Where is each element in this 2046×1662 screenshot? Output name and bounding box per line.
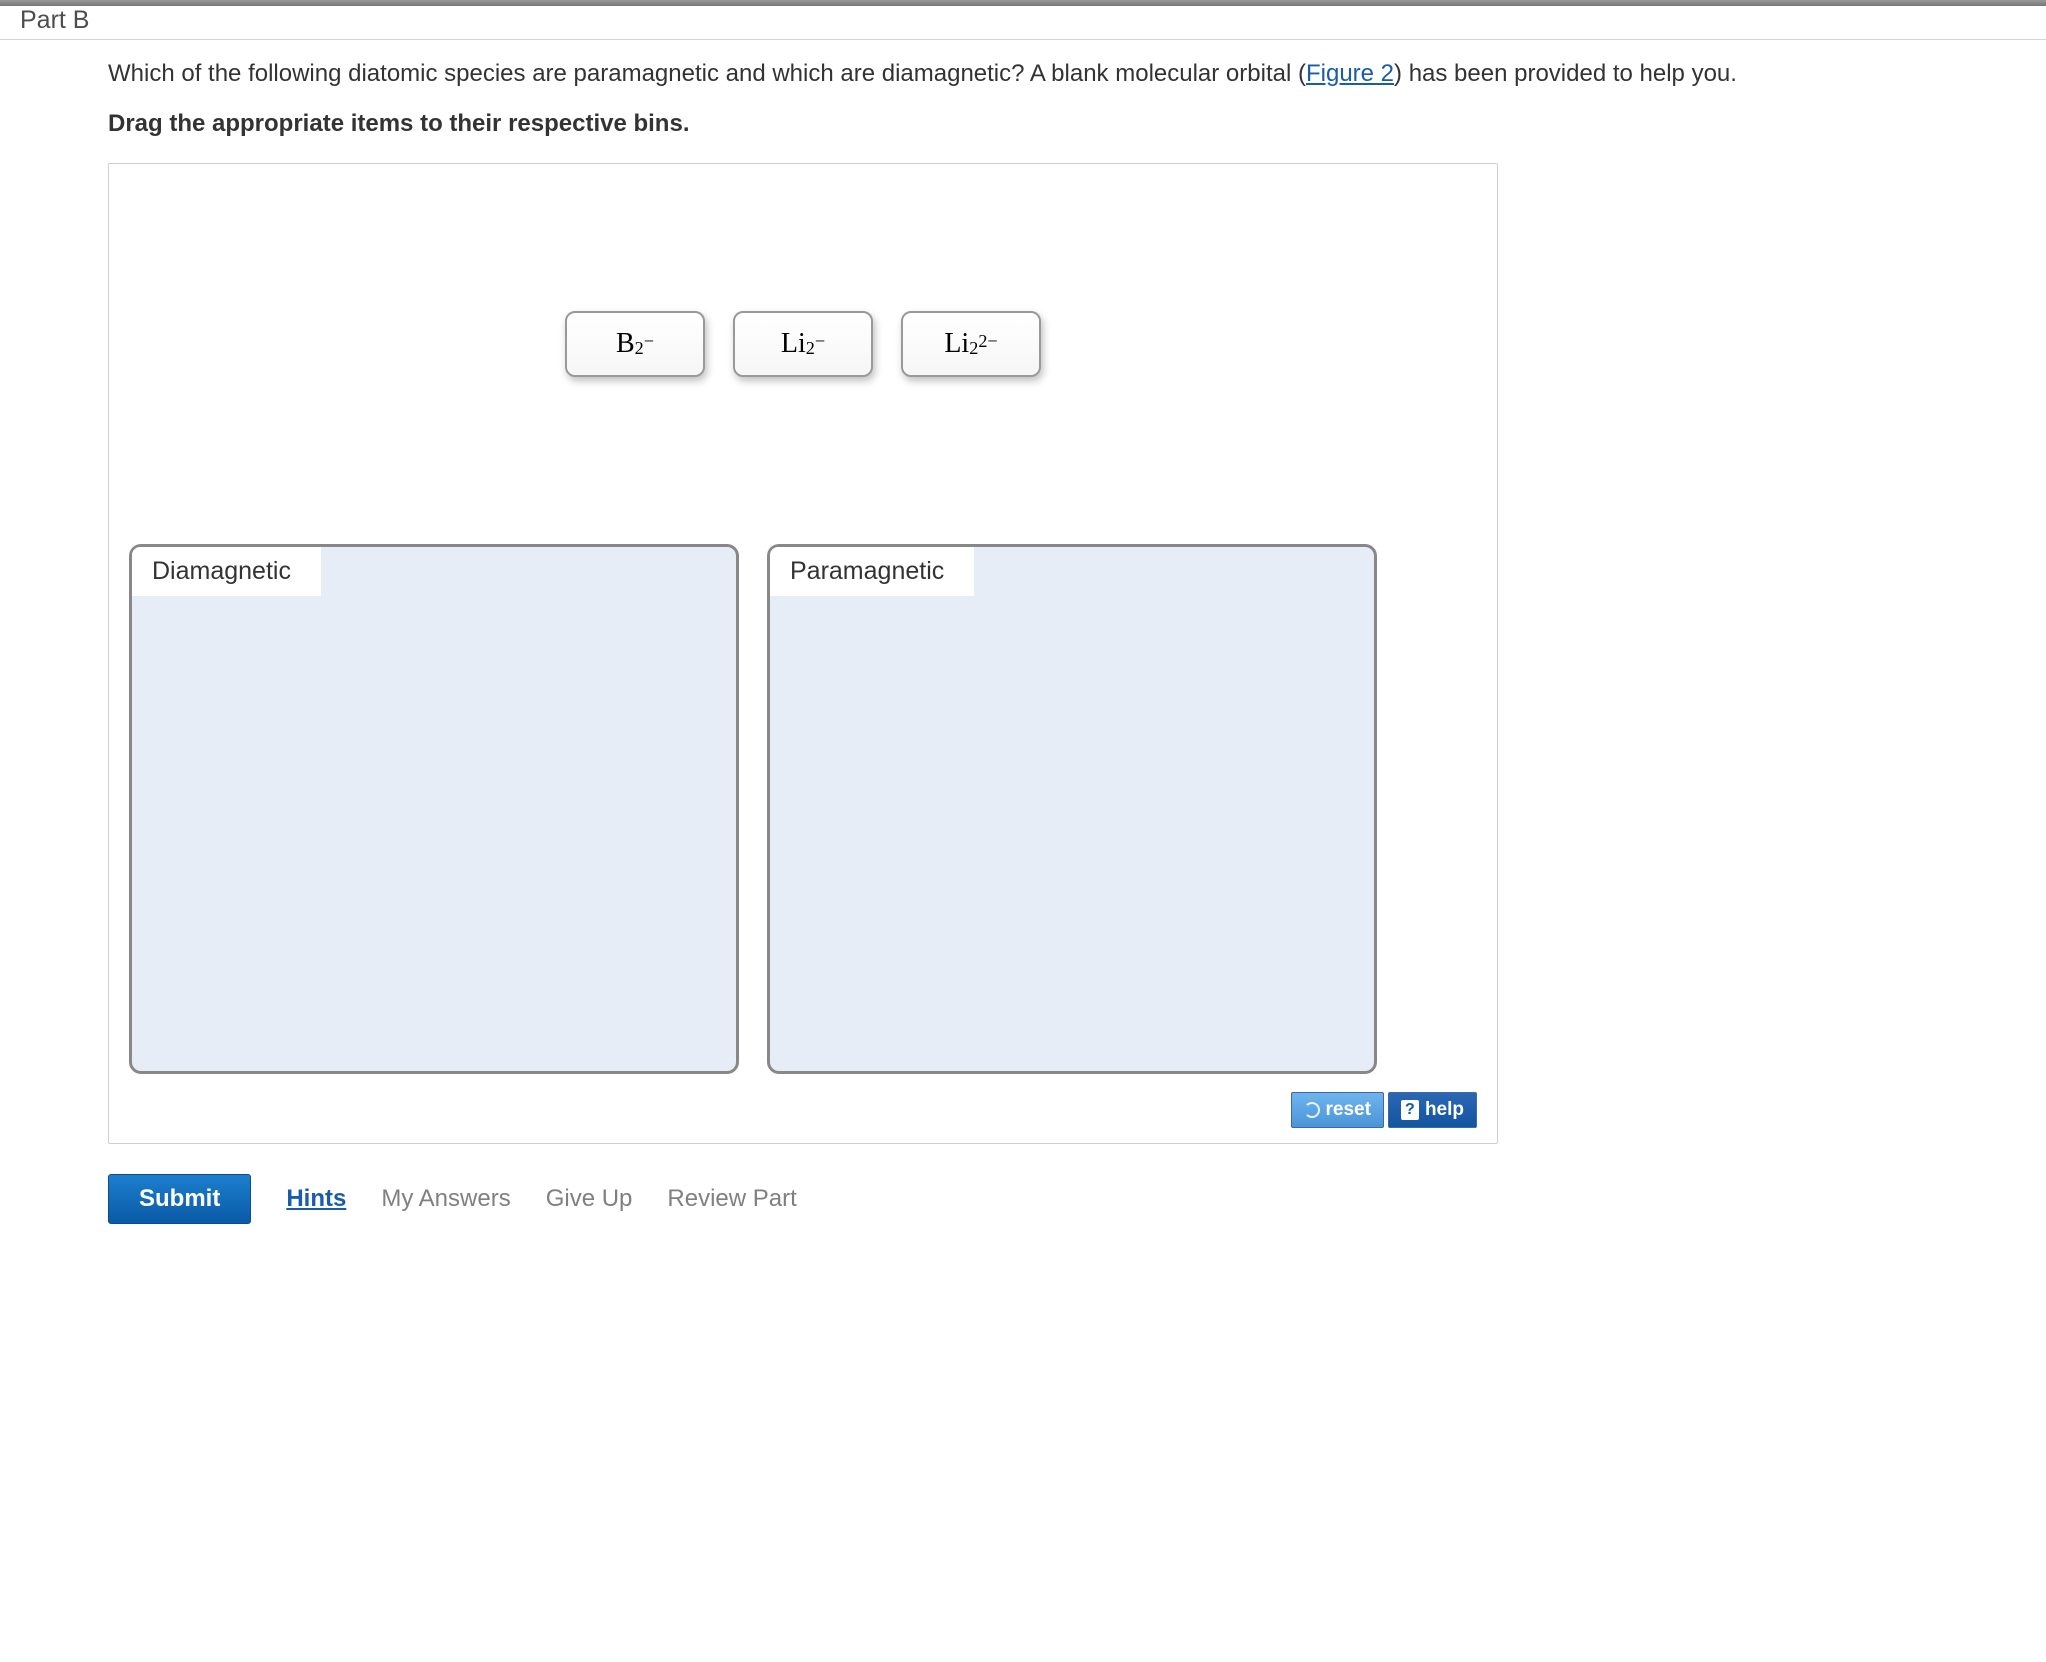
item-sub: 2 xyxy=(969,338,978,359)
item-base: Li xyxy=(944,328,969,360)
bin-label: Diamagnetic xyxy=(132,547,321,596)
help-button[interactable]: ? help xyxy=(1388,1092,1477,1128)
drag-drop-container: B2− Li2− Li22− Diamagnetic Paramagnetic … xyxy=(108,163,1498,1144)
review-part-link[interactable]: Review Part xyxy=(667,1185,796,1213)
part-label: Part B xyxy=(0,6,97,39)
part-header: Part B xyxy=(0,6,2046,40)
items-area: B2− Li2− Li22− xyxy=(129,184,1477,504)
item-sup: − xyxy=(644,331,654,352)
item-sup: 2− xyxy=(978,331,997,352)
give-up-link[interactable]: Give Up xyxy=(546,1185,633,1213)
question-text-1: Which of the following diatomic species … xyxy=(108,60,1291,87)
reset-help-row: reset ? help xyxy=(129,1092,1477,1128)
bins-row: Diamagnetic Paramagnetic xyxy=(129,544,1477,1074)
my-answers-link[interactable]: My Answers xyxy=(381,1185,510,1213)
item-sub: 2 xyxy=(635,338,644,359)
hints-link[interactable]: Hints xyxy=(286,1185,346,1213)
reset-icon xyxy=(1304,1102,1320,1118)
question-mark-icon: ? xyxy=(1401,1100,1419,1120)
item-base: B xyxy=(616,328,635,360)
reset-button[interactable]: reset xyxy=(1291,1092,1384,1128)
question-text: Which of the following diatomic species … xyxy=(108,58,2026,90)
drag-item[interactable]: B2− xyxy=(565,311,705,377)
drag-item[interactable]: Li22− xyxy=(901,311,1041,377)
bin-label: Paramagnetic xyxy=(770,547,974,596)
item-sub: 2 xyxy=(806,338,815,359)
item-sup: − xyxy=(815,331,825,352)
bin-paramagnetic[interactable]: Paramagnetic xyxy=(767,544,1377,1074)
drag-instruction: Drag the appropriate items to their resp… xyxy=(108,110,2026,138)
question-text-2: ) has been provided to help you. xyxy=(1394,60,1737,87)
submit-button[interactable]: Submit xyxy=(108,1174,251,1224)
help-label: help xyxy=(1425,1099,1464,1121)
bin-diamagnetic[interactable]: Diamagnetic xyxy=(129,544,739,1074)
content-area: Which of the following diatomic species … xyxy=(0,58,2046,1224)
action-row: Submit Hints My Answers Give Up Review P… xyxy=(108,1174,2026,1224)
figure-link[interactable]: Figure 2 xyxy=(1306,60,1394,87)
drag-item[interactable]: Li2− xyxy=(733,311,873,377)
item-base: Li xyxy=(781,328,806,360)
reset-label: reset xyxy=(1326,1099,1371,1121)
